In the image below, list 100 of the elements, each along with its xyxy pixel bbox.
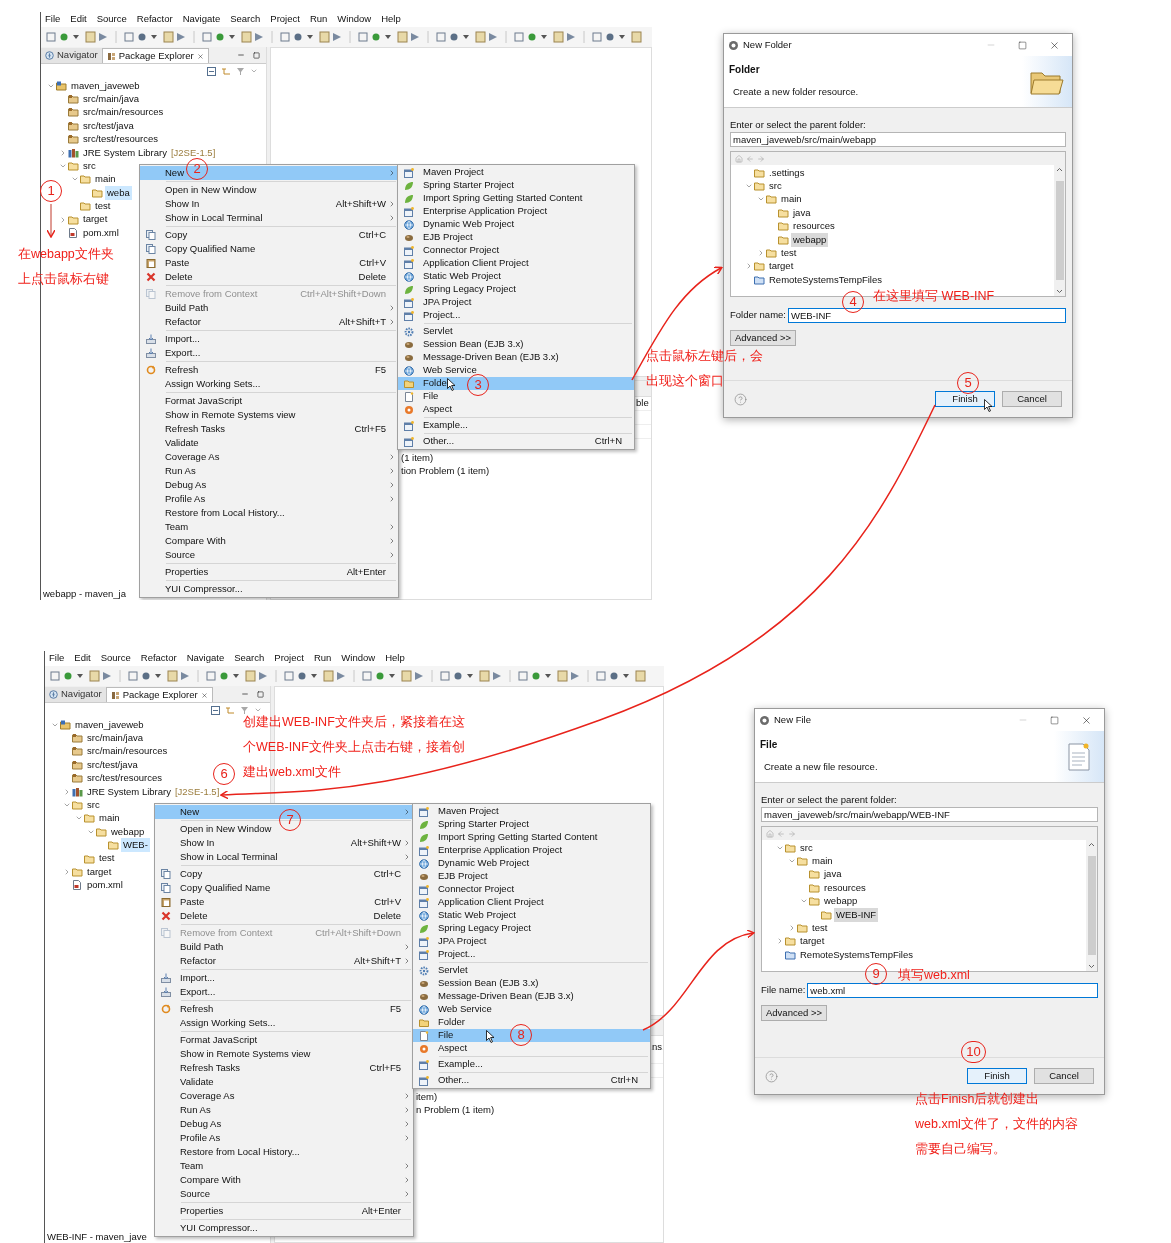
menu-item[interactable]: Refresh Tasks Ctrl+F5: [140, 422, 398, 436]
menu-item[interactable]: Run As: [155, 1103, 413, 1117]
menu-item[interactable]: Export...: [140, 346, 398, 360]
tree-item[interactable]: target: [81, 212, 110, 227]
close-icon[interactable]: [1049, 39, 1060, 51]
menu-item[interactable]: JPA Project: [398, 296, 634, 309]
menu-item[interactable]: Copy Qualified Name: [140, 242, 398, 256]
tree-item[interactable]: src/test/resources: [81, 132, 160, 147]
menu-item[interactable]: Enterprise Application Project: [398, 205, 634, 218]
menu-item[interactable]: Build Path: [155, 940, 413, 954]
menu-item[interactable]: Import...: [155, 971, 413, 985]
menu-item[interactable]: Profile As: [140, 492, 398, 506]
menu-item[interactable]: Other... Ctrl+N: [398, 435, 634, 448]
view-tab[interactable]: Package Explorer: [101, 48, 209, 63]
tree-item[interactable]: src/main/resources: [81, 105, 166, 120]
advanced-button[interactable]: Advanced >>: [730, 330, 796, 346]
menu-item[interactable]: Run As: [140, 464, 398, 478]
menu-item[interactable]: Format JavaScript: [140, 394, 398, 408]
maximize-icon[interactable]: [1018, 40, 1027, 50]
menu-item[interactable]: Open in New Window: [140, 183, 398, 197]
tree-item[interactable]: JRE System Library: [81, 145, 169, 160]
cancel-button[interactable]: Cancel: [1034, 1068, 1094, 1084]
menu-item[interactable]: Properties Alt+Enter: [155, 1204, 413, 1218]
tree-item[interactable]: JRE System Library: [85, 784, 173, 799]
view-tab[interactable]: Package Explorer: [105, 687, 213, 702]
menu-bar-item[interactable]: Source: [96, 12, 127, 27]
menu-item[interactable]: Refresh F5: [155, 1002, 413, 1016]
minimize-icon[interactable]: [237, 51, 245, 59]
parent-folder-field[interactable]: maven_javeweb/src/main/webapp/WEB-INF: [761, 807, 1098, 822]
tree-item[interactable]: src/main/java: [85, 730, 145, 746]
menu-item[interactable]: Session Bean (EJB 3.x): [413, 977, 650, 990]
minimize-icon[interactable]: [241, 690, 249, 698]
collapse-icon[interactable]: [207, 66, 216, 76]
tree-item[interactable]: src: [767, 178, 784, 194]
home-icon[interactable]: [766, 829, 774, 838]
tree-item[interactable]: src: [798, 840, 815, 855]
menu-item[interactable]: Refactor Alt+Shift+T: [155, 954, 413, 968]
filter-icon[interactable]: [236, 66, 245, 76]
menu-bar-item[interactable]: Help: [385, 651, 405, 666]
menu-item[interactable]: Spring Starter Project: [413, 818, 650, 831]
finish-button[interactable]: Finish: [935, 391, 995, 407]
menu-bar-item[interactable]: Edit: [74, 651, 91, 666]
tree-item[interactable]: java: [822, 867, 844, 882]
menu-item[interactable]: Spring Starter Project: [398, 179, 634, 192]
name-field[interactable]: web.xml: [807, 982, 1098, 998]
menu-item[interactable]: Project...: [413, 948, 650, 961]
menu-item[interactable]: Show in Local Terminal: [155, 850, 413, 864]
menu-bar-item[interactable]: Refactor: [136, 12, 173, 27]
tree-item[interactable]: src/main/resources: [85, 744, 170, 759]
menu-item[interactable]: Paste Ctrl+V: [155, 895, 413, 909]
menu-item[interactable]: Message-Driven Bean (EJB 3.x): [398, 351, 634, 364]
menu-bar-item[interactable]: Window: [341, 651, 376, 666]
menu-item[interactable]: YUI Compressor...: [155, 1221, 413, 1235]
menu-item[interactable]: Example...: [398, 419, 634, 432]
menu-item[interactable]: Message-Driven Bean (EJB 3.x): [413, 990, 650, 1003]
menu-item[interactable]: Properties Alt+Enter: [140, 565, 398, 579]
cancel-button[interactable]: Cancel: [1002, 391, 1062, 407]
tree-item[interactable]: pom.xml: [85, 878, 125, 893]
menu-item[interactable]: Maven Project: [413, 805, 650, 818]
tree-item[interactable]: src: [85, 797, 102, 813]
tree-item[interactable]: WEB-: [121, 838, 150, 853]
tree-item[interactable]: RemoteSystemsTempFiles: [798, 947, 915, 962]
view-menu-icon[interactable]: [250, 67, 258, 75]
menu-item[interactable]: Servlet: [398, 325, 634, 338]
menu-item[interactable]: Coverage As: [155, 1089, 413, 1103]
view-menu-icon[interactable]: [254, 706, 262, 714]
close-icon[interactable]: [196, 52, 204, 60]
tree-item[interactable]: pom.xml: [81, 225, 121, 241]
tree-item[interactable]: main: [93, 172, 118, 187]
link-icon[interactable]: [221, 66, 231, 76]
menu-item[interactable]: Maven Project: [398, 166, 634, 179]
menu-item[interactable]: Copy Qualified Name: [155, 881, 413, 895]
menu-bar-item[interactable]: Project: [270, 12, 300, 27]
back-arrow-icon[interactable]: [777, 829, 785, 838]
close-icon[interactable]: [200, 691, 208, 699]
menu-item[interactable]: Servlet: [413, 964, 650, 977]
parent-folder-field[interactable]: maven_javeweb/src/main/webapp: [730, 132, 1066, 147]
tree-item[interactable]: src/test/java: [85, 757, 140, 772]
tree-item[interactable]: target: [85, 864, 114, 880]
back-arrow-icon[interactable]: [746, 154, 754, 163]
menu-item[interactable]: Spring Legacy Project: [413, 922, 650, 935]
tree-item[interactable]: src: [81, 158, 98, 174]
menu-item[interactable]: Copy Ctrl+C: [155, 867, 413, 881]
menu-bar-item[interactable]: File: [49, 651, 65, 666]
menu-item[interactable]: Validate: [155, 1075, 413, 1089]
menu-bar-item[interactable]: Refactor: [140, 651, 177, 666]
view-tab[interactable]: Navigator: [41, 48, 102, 63]
menu-bar-item[interactable]: Project: [274, 651, 304, 666]
maximize-icon[interactable]: [253, 51, 260, 59]
menu-item[interactable]: Validate: [140, 436, 398, 450]
tree-item[interactable]: maven_javeweb: [73, 717, 146, 732]
tree-item[interactable]: webapp: [791, 232, 829, 247]
menu-item[interactable]: Application Client Project: [398, 257, 634, 270]
menu-item[interactable]: Source: [140, 548, 398, 562]
menu-item[interactable]: Web Service: [398, 364, 634, 377]
view-tab[interactable]: Navigator: [45, 687, 106, 702]
menu-item[interactable]: Import Spring Getting Started Content: [398, 192, 634, 205]
tree-item[interactable]: webapp: [822, 894, 860, 909]
menu-item[interactable]: Spring Legacy Project: [398, 283, 634, 296]
menu-item[interactable]: Delete Delete: [140, 270, 398, 284]
